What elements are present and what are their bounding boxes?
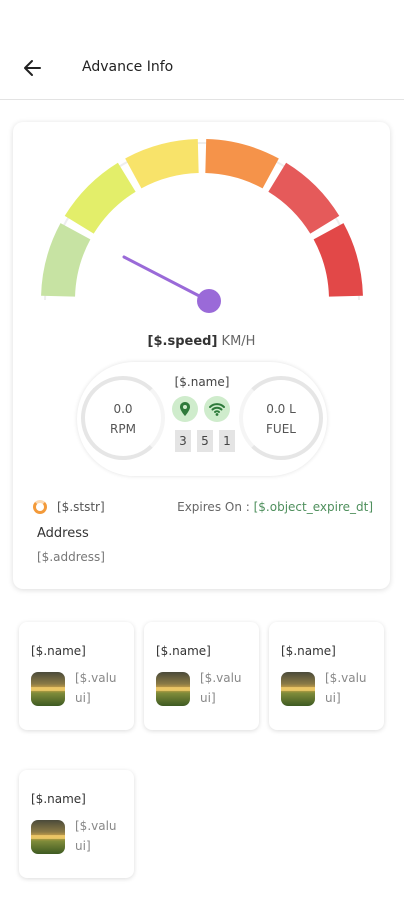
tile-name: [$.name] xyxy=(31,644,86,658)
odometer-digit: 3 xyxy=(175,430,191,452)
arrow-left-icon[interactable] xyxy=(20,56,44,80)
tile-value: [$.valu ui] xyxy=(75,671,117,705)
tile-value: [$.valu ui] xyxy=(75,819,117,853)
tile-thumbnail xyxy=(281,672,315,706)
tile-thumbnail xyxy=(156,672,190,706)
sensor-tile[interactable]: [$.name] [$.valu ui] xyxy=(144,622,259,730)
speed-value: [$.speed] xyxy=(147,334,218,349)
location-pin-icon xyxy=(172,396,198,422)
gauge-segment xyxy=(125,139,200,189)
app-header: Advance Info xyxy=(0,0,404,100)
expires-label: Expires On : xyxy=(177,500,254,514)
sensor-tile[interactable]: [$.name] [$.valu ui] xyxy=(19,770,134,878)
gauge-segment xyxy=(204,139,279,189)
gauge-needle xyxy=(122,255,221,313)
gauge-segment xyxy=(313,223,363,298)
status-row: [$.ststr] Expires On : [$.object_expire_… xyxy=(33,498,373,518)
gauge-segment xyxy=(267,162,340,235)
rpm-value: 0.0 xyxy=(113,402,133,416)
odometer-digits: 3 5 1 5 xyxy=(175,430,239,454)
tile-thumbnail xyxy=(31,672,65,706)
tile-value: [$.valu ui] xyxy=(325,671,367,705)
status-icons xyxy=(172,396,232,426)
address-label: Address xyxy=(37,526,89,541)
expiry-info: Expires On : [$.object_expire_dt] xyxy=(177,500,373,514)
status-text: [$.ststr] xyxy=(57,500,105,514)
rpm-dial: 0.0 RPM xyxy=(81,376,165,460)
fuel-dial: 0.0 L FUEL xyxy=(239,376,323,460)
fuel-value: 0.0 L xyxy=(266,402,296,416)
sensor-tile[interactable]: [$.name] [$.valu ui] xyxy=(19,622,134,730)
tile-name: [$.name] xyxy=(156,644,211,658)
sensor-tile[interactable]: [$.name] [$.valu ui] xyxy=(269,622,384,730)
expires-value: [$.object_expire_dt] xyxy=(253,500,373,514)
tile-value: [$.valu ui] xyxy=(200,671,242,705)
tile-name: [$.name] xyxy=(281,644,336,658)
rpm-unit: RPM xyxy=(110,422,136,436)
vehicle-status-pill: [$.name] 0.0 RPM 3 5 1 0.0 L FUEL xyxy=(77,362,327,476)
vehicle-info-card: [$.speed] KM/H [$.name] 0.0 RPM 3 5 1 0.… xyxy=(13,122,390,589)
page-title: Advance Info xyxy=(82,59,174,75)
tile-thumbnail xyxy=(31,820,65,854)
wifi-icon xyxy=(204,396,230,422)
gauge-segment xyxy=(41,223,91,298)
odometer-digit: 1 xyxy=(219,430,235,452)
address-value: [$.address] xyxy=(37,550,105,564)
gauge-segments xyxy=(41,139,363,298)
status-ring-icon xyxy=(33,500,47,514)
gauge-segment xyxy=(64,162,137,235)
fuel-unit: FUEL xyxy=(266,422,296,436)
odometer-digit: 5 xyxy=(197,430,213,452)
tile-name: [$.name] xyxy=(31,792,86,806)
speed-unit: KM/H xyxy=(221,334,256,349)
speed-readout: [$.speed] KM/H xyxy=(13,334,390,349)
